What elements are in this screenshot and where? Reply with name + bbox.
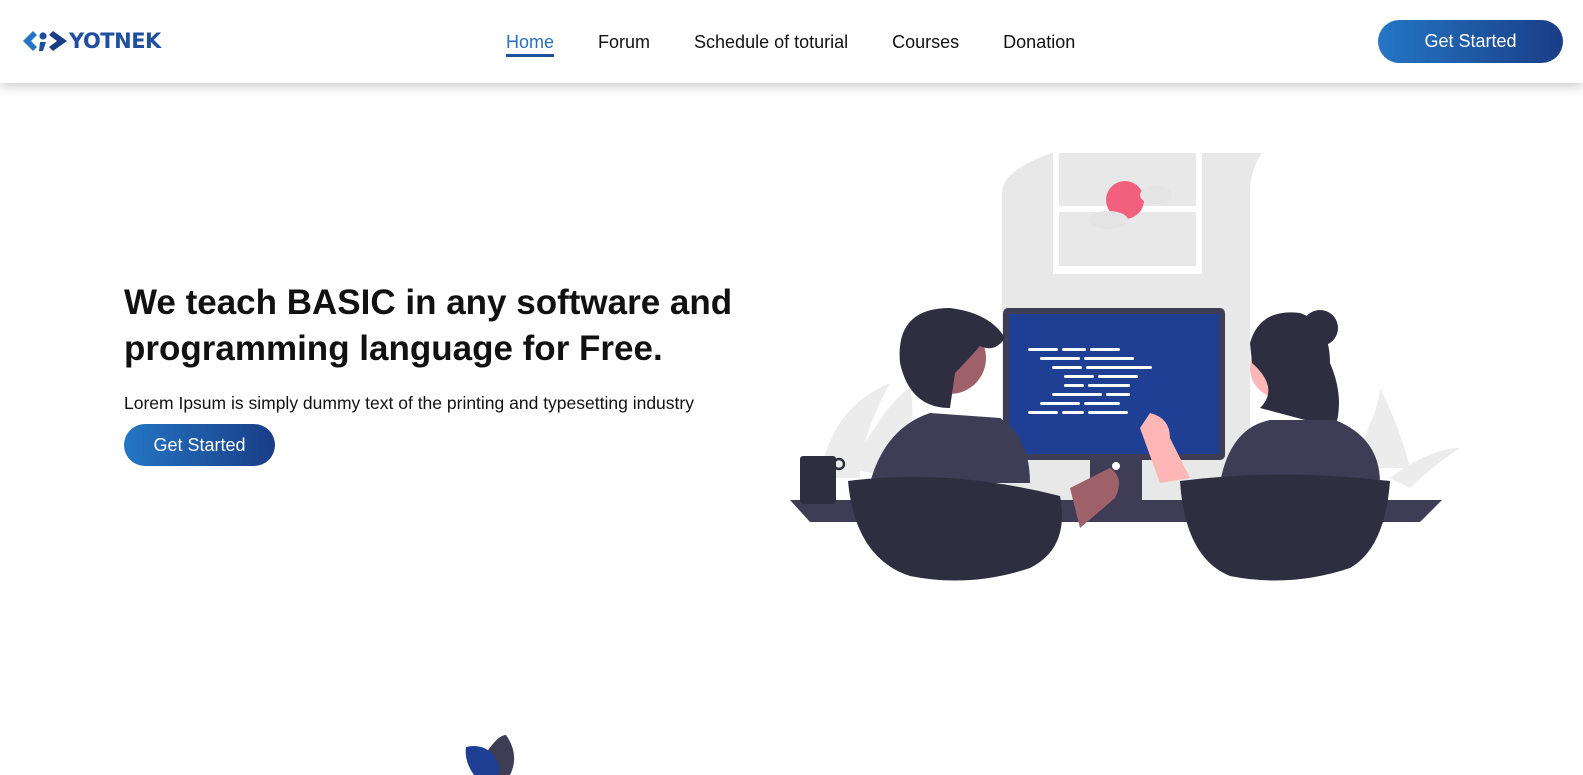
hero-subtitle: Lorem Ipsum is simply dummy text of the … — [124, 393, 694, 413]
nav-donation[interactable]: Donation — [1003, 30, 1075, 54]
nav-courses[interactable]: Courses — [892, 30, 959, 54]
main-nav: Home Forum Schedule of toturial Courses … — [506, 30, 1119, 57]
hero-title: We teach BASIC in any software and progr… — [124, 283, 733, 368]
header-get-started-button[interactable]: Get Started — [1378, 20, 1563, 63]
logo[interactable]: YOTNEK — [21, 26, 161, 56]
coding-illustration — [790, 148, 1460, 581]
code-brackets-icon — [23, 31, 67, 51]
site-header: YOTNEK Home Forum Schedule of toturial C… — [0, 0, 1583, 83]
nav-home[interactable]: Home — [506, 30, 555, 57]
nav-schedule[interactable]: Schedule of toturial — [694, 30, 848, 54]
leaf-icon — [465, 735, 515, 775]
nav-forum[interactable]: Forum — [598, 30, 650, 54]
brand-name: YOTNEK — [69, 29, 161, 53]
hero-get-started-button[interactable]: Get Started — [124, 424, 275, 466]
